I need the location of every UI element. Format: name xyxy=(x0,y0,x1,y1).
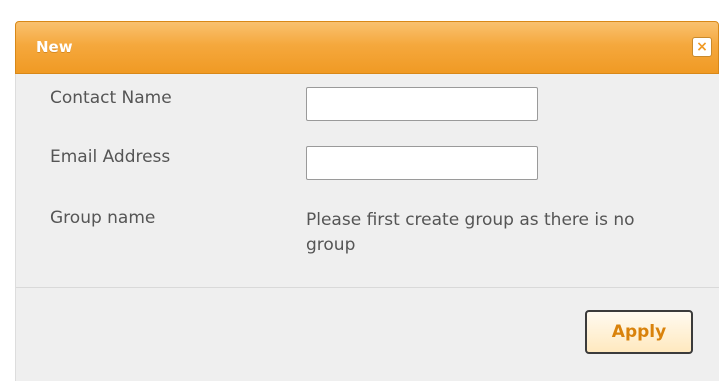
contact-name-label: Contact Name xyxy=(50,88,172,108)
dialog-title: New xyxy=(36,38,73,56)
contact-name-input[interactable] xyxy=(306,87,538,121)
new-contact-dialog: New × Contact Name Email Address Group n… xyxy=(0,0,719,381)
apply-button[interactable]: Apply xyxy=(585,310,693,354)
dialog-titlebar[interactable]: New × xyxy=(15,21,719,74)
group-name-label: Group name xyxy=(50,208,156,228)
close-icon[interactable]: × xyxy=(692,37,712,57)
footer-divider xyxy=(16,287,719,288)
email-address-label: Email Address xyxy=(50,147,171,167)
group-empty-message: Please first create group as there is no… xyxy=(306,210,635,255)
email-address-input[interactable] xyxy=(306,146,538,180)
dialog-content: Contact Name Email Address Group name Pl… xyxy=(15,74,719,381)
